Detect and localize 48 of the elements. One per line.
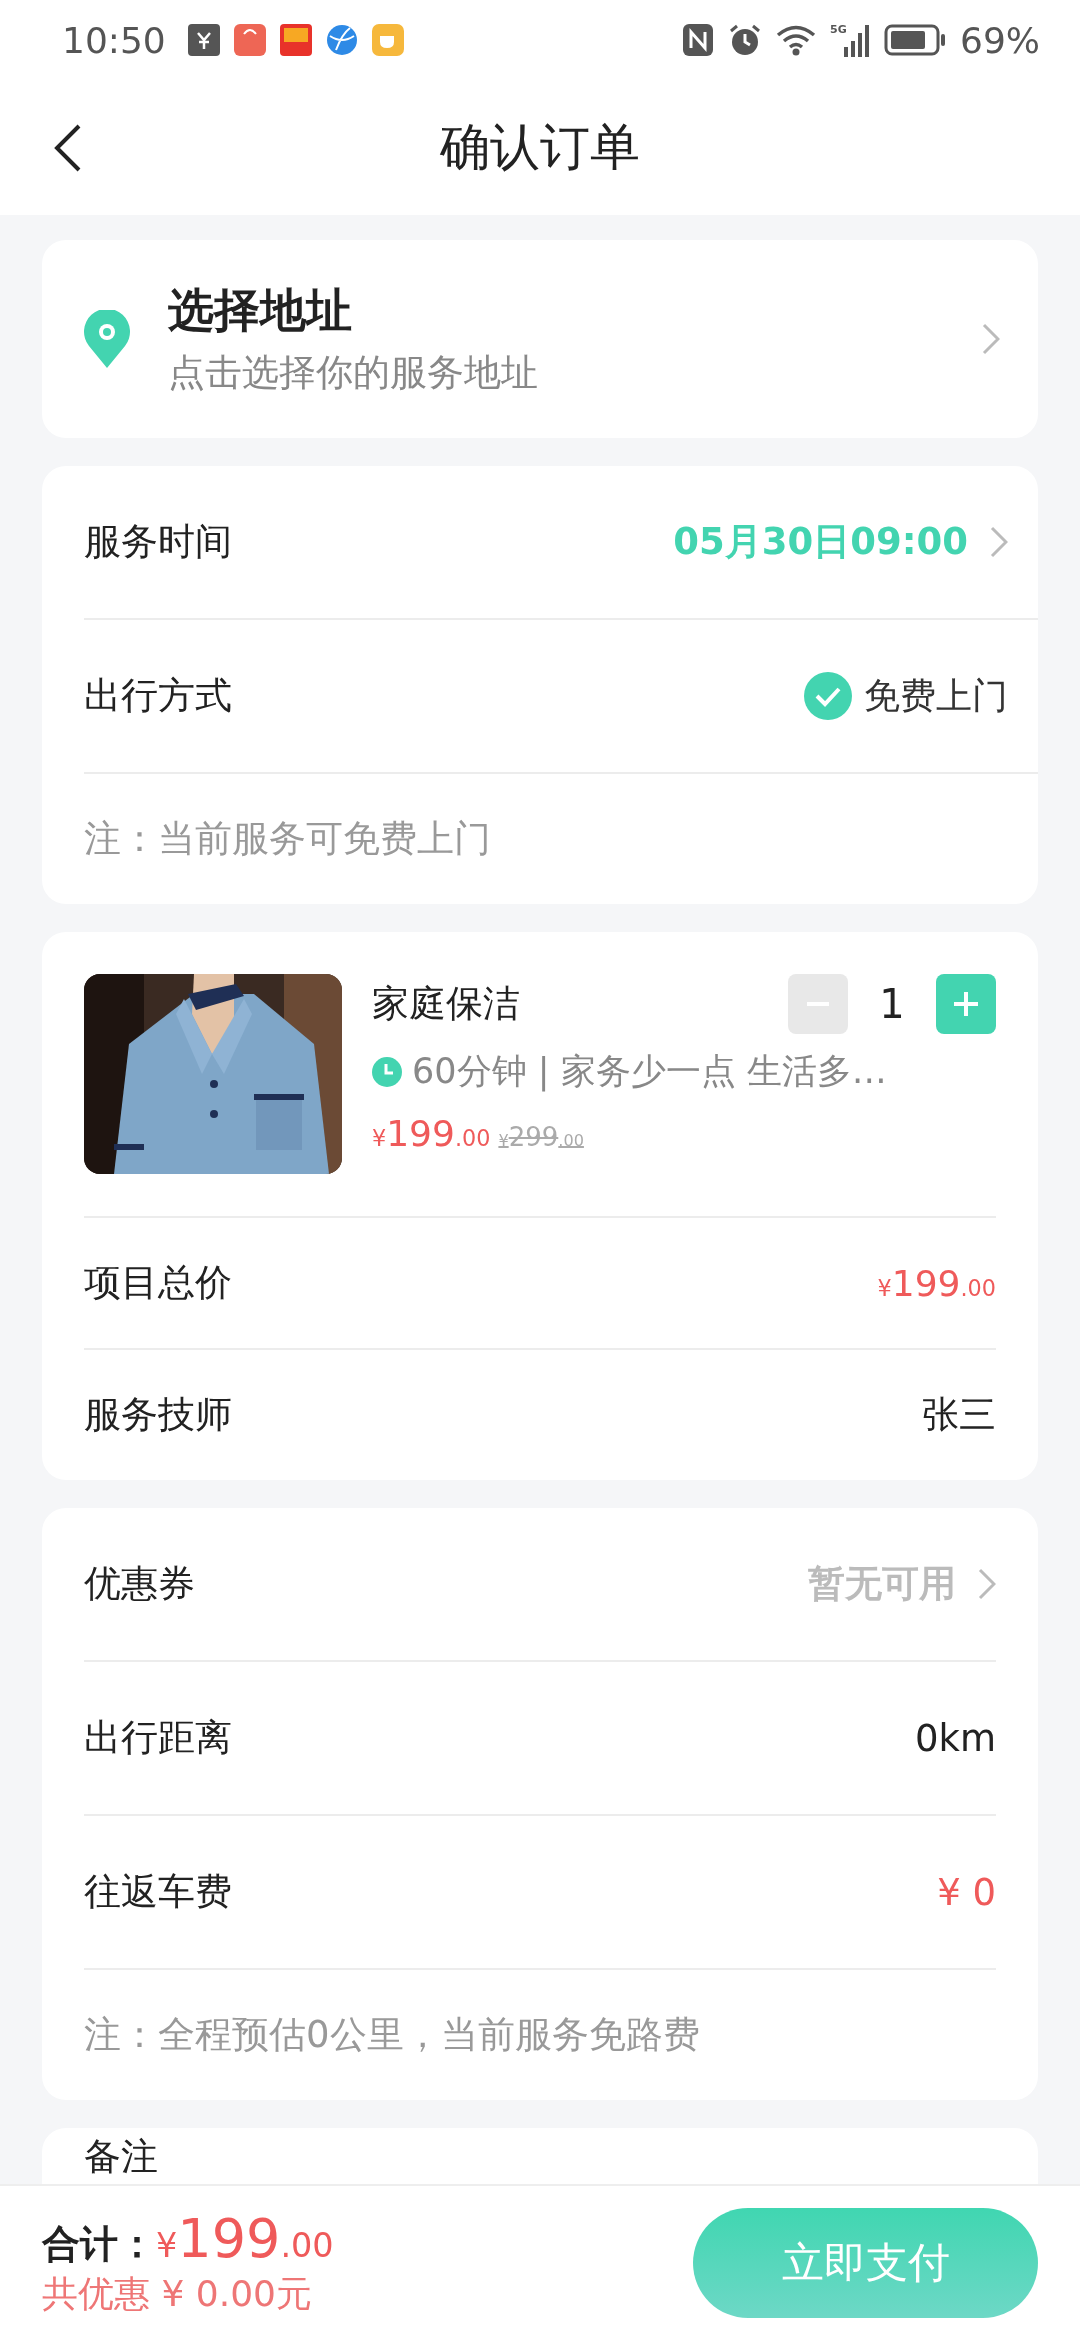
note-text: 注：全程预估0公里，当前服务免路费 bbox=[84, 2012, 700, 2058]
price-value: ¥199.00 bbox=[877, 1262, 996, 1304]
total-label: 合计： bbox=[42, 2221, 156, 2268]
wifi-icon bbox=[776, 24, 816, 56]
pay-button[interactable]: 立即支付 bbox=[693, 2208, 1038, 2318]
battery-percentage: 69% bbox=[960, 19, 1040, 61]
row-label: 出行距离 bbox=[84, 1715, 233, 1761]
plus-icon bbox=[954, 992, 978, 1016]
row-value: 0km bbox=[915, 1716, 996, 1760]
chevron-right-icon bbox=[978, 1568, 996, 1600]
remarks-label: 备注 bbox=[84, 2134, 159, 2180]
note-text: 注：当前服务可免费上门 bbox=[84, 816, 491, 862]
row-label: 服务时间 bbox=[84, 519, 233, 565]
address-card[interactable]: 选择地址 点击选择你的服务地址 bbox=[42, 240, 1038, 438]
row-value[interactable]: 暂无可用 bbox=[808, 1559, 956, 1609]
row-value[interactable]: 05月30日09:00 bbox=[673, 517, 968, 567]
row-label: 服务技师 bbox=[84, 1392, 233, 1438]
wallet-icon bbox=[187, 24, 220, 56]
clock-time: 10:50 bbox=[62, 19, 166, 61]
clock-icon bbox=[372, 1056, 402, 1087]
nfc-icon bbox=[682, 23, 714, 57]
app-icon bbox=[279, 24, 312, 56]
chevron-right-icon bbox=[982, 323, 1000, 355]
row-label: 优惠券 bbox=[84, 1561, 196, 1607]
row-label: 项目总价 bbox=[84, 1260, 233, 1306]
original-price: ¥299.00 bbox=[498, 1122, 584, 1152]
location-pin-icon bbox=[84, 310, 130, 368]
row-label: 出行方式 bbox=[84, 673, 233, 719]
row-label: 往返车费 bbox=[84, 1869, 233, 1915]
product-price: ¥199.00 bbox=[372, 1113, 491, 1154]
increase-button[interactable] bbox=[936, 974, 996, 1034]
total-price: ¥199.00 bbox=[156, 2207, 334, 2270]
option-label: 免费上门 bbox=[864, 673, 1008, 718]
row-value: ¥ 0 bbox=[937, 1870, 996, 1914]
discount-text: 共优惠 ¥ 0.00元 bbox=[42, 2272, 313, 2316]
battery-icon bbox=[884, 24, 946, 56]
product-description: 60分钟 | 家务少一点 生活多… bbox=[412, 1050, 887, 1094]
page-title: 确认订单 bbox=[440, 117, 640, 178]
globe-icon bbox=[325, 24, 358, 56]
checkmark-icon[interactable] bbox=[804, 672, 852, 720]
cup-icon bbox=[371, 24, 404, 56]
alarm-icon bbox=[728, 23, 762, 57]
chevron-right-icon bbox=[990, 526, 1008, 558]
address-hint: 点击选择你的服务地址 bbox=[168, 350, 539, 396]
address-title: 选择地址 bbox=[168, 282, 353, 339]
product-title: 家庭保洁 bbox=[372, 981, 521, 1027]
quantity-value: 1 bbox=[878, 981, 906, 1027]
row-value: 张三 bbox=[922, 1392, 996, 1438]
